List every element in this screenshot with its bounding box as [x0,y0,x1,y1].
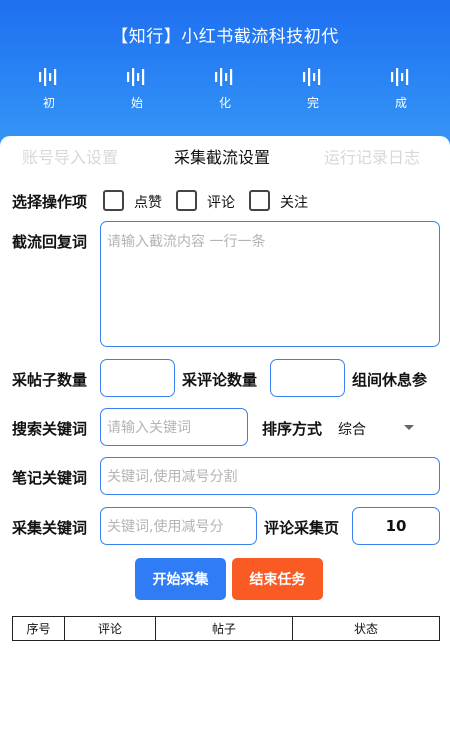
reply-words-textarea[interactable]: 请输入截流内容 一行一条 [100,221,440,347]
tab-collect-settings[interactable]: 采集截流设置 [174,144,270,168]
status-step-3: 化 [205,66,245,111]
waveform-icon [39,68,57,86]
status-steps: 初 始 化 完 成 [0,66,450,126]
status-step-label: 完 [306,96,319,110]
start-collect-button[interactable]: 开始采集 [135,558,226,600]
comment-checkbox-label: 评论 [207,195,235,211]
posts-count-label: 采帖子数量 [12,371,88,389]
note-keyword-input[interactable]: 关键词,使用减号分割 [100,457,440,495]
column-header-comment: 评论 [65,617,156,640]
note-keyword-label: 笔记关键词 [12,469,88,487]
comments-count-label: 采评论数量 [182,371,258,389]
follow-checkbox[interactable] [249,190,270,211]
collect-keyword-label: 采集关键词 [12,519,88,537]
stop-task-button[interactable]: 结束任务 [232,558,323,600]
results-table-header: 序号 评论 帖子 状态 [12,616,440,641]
status-step-label: 初 [42,96,55,110]
status-step-4: 完 [293,66,333,111]
waveform-icon [303,68,321,86]
status-step-label: 化 [218,96,231,110]
reply-words-label: 截流回复词 [12,233,88,251]
waveform-icon [215,68,233,86]
sort-select[interactable]: 综合 [338,419,366,439]
column-header-post: 帖子 [156,617,293,640]
status-step-2: 始 [117,66,157,111]
main-panel: 账号导入设置 采集截流设置 运行记录日志 选择操作项 点赞 评论 关注 截流回复… [0,136,450,756]
operation-label: 选择操作项 [12,193,88,211]
like-checkbox[interactable] [103,190,124,211]
search-keyword-label: 搜索关键词 [12,420,88,438]
search-keyword-input[interactable]: 请输入关键词 [100,408,248,446]
app-title: 【知行】小红书截流科技初代 [111,27,339,47]
like-checkbox-label: 点赞 [134,195,162,211]
waveform-icon [391,68,409,86]
chevron-down-icon[interactable] [403,424,415,432]
tab-run-log[interactable]: 运行记录日志 [324,144,420,168]
waveform-icon [127,68,145,86]
status-step-label: 成 [394,96,407,110]
comment-pages-label: 评论采集页 [264,519,340,537]
comment-pages-input[interactable]: 10 [352,507,440,545]
posts-count-input[interactable] [100,359,175,397]
status-step-label: 始 [130,96,143,110]
collect-keyword-input[interactable]: 关键词,使用减号分 [100,507,257,545]
app-header: 【知行】小红书截流科技初代 初 始 化 完 成 [0,0,450,150]
status-step-5: 成 [381,66,421,111]
group-rest-label: 组间休息参 [352,371,428,389]
tab-account-import[interactable]: 账号导入设置 [22,144,118,168]
follow-checkbox-label: 关注 [280,195,308,211]
column-header-index: 序号 [13,617,65,640]
column-header-status: 状态 [353,622,378,636]
comment-checkbox[interactable] [176,190,197,211]
comments-count-input[interactable] [270,359,345,397]
sort-label: 排序方式 [262,420,323,438]
status-step-1: 初 [29,66,69,111]
